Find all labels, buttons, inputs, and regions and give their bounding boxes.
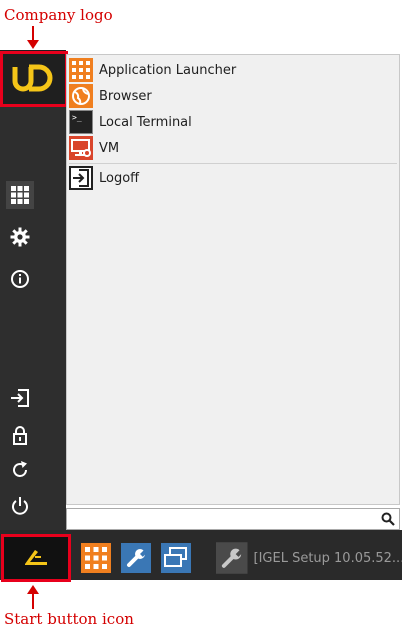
taskbar-windows-button[interactable] (160, 542, 192, 574)
lock-button[interactable] (6, 421, 34, 449)
start-icon (25, 550, 47, 565)
company-logo-icon (12, 64, 53, 92)
about-button[interactable] (6, 265, 34, 293)
menu-item-browser[interactable]: Browser (69, 83, 397, 109)
search-input[interactable] (69, 510, 369, 528)
sign-in-icon (11, 389, 29, 407)
menu-separator (69, 163, 397, 164)
wrench-icon (121, 543, 151, 573)
menu-item-vm[interactable]: VM (69, 135, 397, 161)
search-bar (66, 508, 400, 530)
menu-item-logoff[interactable]: Logoff (69, 165, 397, 191)
menu-item-label: Application Launcher (99, 62, 237, 78)
browser-icon (69, 84, 93, 108)
taskbar-app-launcher-button[interactable] (80, 542, 112, 574)
start-menu-panel: Application Launcher Browser >_ Local Te… (66, 54, 400, 505)
lock-icon (13, 426, 27, 445)
annotation-arrow-down-icon (27, 26, 39, 49)
menu-item-label: Logoff (99, 170, 140, 186)
app-launcher-icon (81, 543, 111, 573)
vm-icon (69, 136, 93, 160)
menu-item-label: Browser (99, 88, 152, 104)
start-button[interactable] (4, 535, 68, 579)
grid-icon (11, 186, 29, 204)
app-launcher-icon (69, 58, 93, 82)
taskbar-task-igel-setup[interactable]: [IGEL Setup 10.05.52... (216, 542, 402, 574)
apps-grid-button[interactable] (6, 181, 34, 209)
company-logo (0, 50, 66, 106)
annotation-start-button-label: Start button icon (4, 610, 134, 628)
taskbar-setup-button[interactable] (120, 542, 152, 574)
restart-button[interactable] (6, 456, 34, 484)
terminal-icon: >_ (69, 110, 93, 134)
info-icon (11, 270, 29, 288)
annotation-arrow-up-icon (27, 585, 39, 609)
svg-text:>_: >_ (72, 113, 82, 122)
wrench-icon (216, 542, 248, 574)
refresh-icon (13, 461, 27, 477)
menu-item-label: Local Terminal (99, 114, 192, 130)
windows-icon (161, 543, 191, 573)
taskbar-task-label: [IGEL Setup 10.05.52... (253, 550, 402, 566)
settings-button[interactable] (6, 223, 34, 251)
gear-icon (10, 227, 30, 247)
login-button[interactable] (6, 384, 34, 412)
power-icon (12, 497, 28, 515)
search-icon[interactable] (381, 512, 395, 526)
menu-item-label: VM (99, 140, 120, 156)
shutdown-button[interactable] (6, 492, 34, 520)
annotation-company-logo-label: Company logo (4, 6, 113, 24)
logoff-icon (69, 166, 93, 190)
menu-item-local-terminal[interactable]: >_ Local Terminal (69, 109, 397, 135)
menu-item-application-launcher[interactable]: Application Launcher (69, 57, 397, 83)
